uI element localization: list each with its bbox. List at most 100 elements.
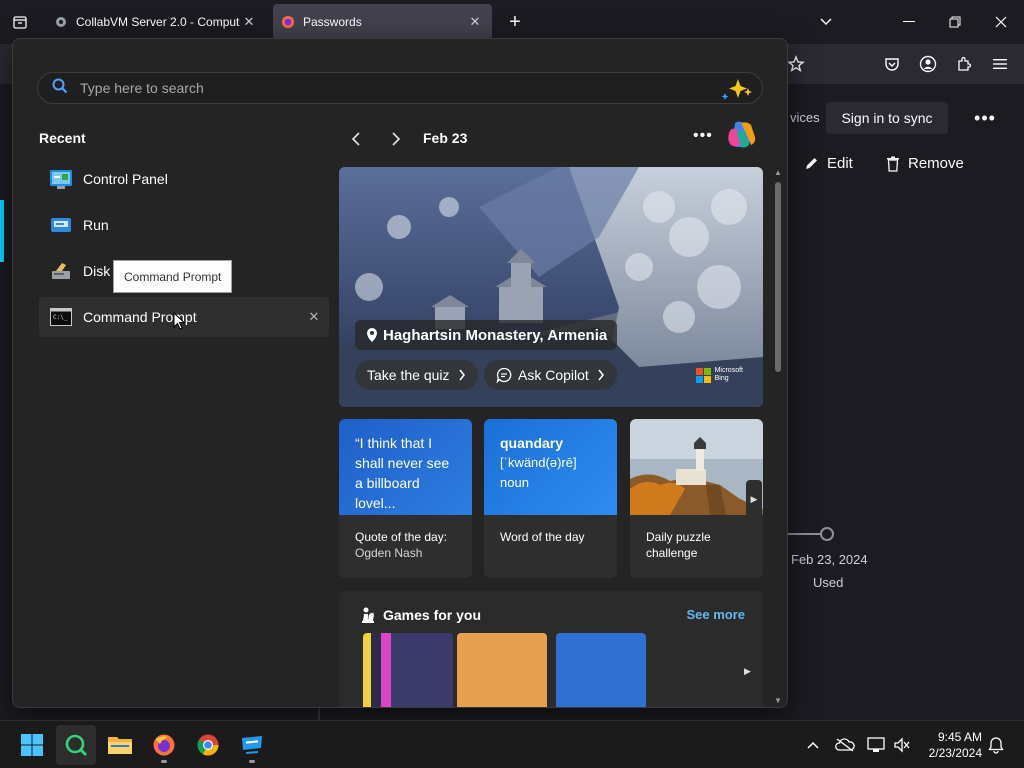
- command-prompt-icon: C:\_: [49, 305, 73, 329]
- start-menu: Recent Control Panel Run Disk C:\_ Comma…: [12, 38, 788, 708]
- firefox-taskbar-icon[interactable]: [144, 725, 184, 765]
- word-part-of-speech: noun: [500, 475, 529, 490]
- pocket-icon[interactable]: [880, 52, 904, 76]
- disk-cleanup-icon: [49, 259, 73, 283]
- hamburger-menu-icon[interactable]: [988, 52, 1012, 76]
- extensions-icon[interactable]: [952, 52, 976, 76]
- quiz-button-label: Take the quiz: [367, 367, 450, 383]
- chevron-right-icon: [458, 369, 465, 381]
- recent-item-label: Run: [83, 217, 109, 233]
- remove-label: Remove: [908, 155, 964, 172]
- tab-collabvm[interactable]: CollabVM Server 2.0 - Compute ✕: [46, 4, 266, 40]
- remove-from-list-icon[interactable]: ✕: [305, 308, 323, 326]
- list-all-tabs-icon[interactable]: [811, 8, 841, 36]
- take-the-quiz-button[interactable]: Take the quiz: [355, 360, 478, 390]
- account-icon[interactable]: [916, 52, 940, 76]
- timeline-dot: [820, 527, 834, 541]
- chevron-right-icon: [598, 369, 604, 381]
- show-hidden-icons-chevron-icon[interactable]: [803, 735, 823, 755]
- minimize-icon[interactable]: [894, 8, 924, 36]
- taskbar: 9:45 AM 2/23/2024: [0, 720, 1024, 768]
- recent-item-control-panel[interactable]: Control Panel: [39, 159, 329, 199]
- tooltip: Command Prompt: [113, 260, 233, 293]
- daily-puzzle-card[interactable]: Daily puzzle challenge: [630, 419, 763, 578]
- feed-previous-icon[interactable]: [343, 127, 369, 151]
- ask-copilot-button[interactable]: Ask Copilot: [484, 360, 617, 390]
- copilot-button-label: Ask Copilot: [518, 367, 589, 383]
- scroll-down-icon[interactable]: ▼: [773, 695, 783, 705]
- mouse-cursor-icon: [173, 312, 185, 330]
- file-explorer-icon[interactable]: [100, 725, 140, 765]
- card-caption: Quote of the day:: [355, 530, 448, 544]
- tab-title: Passwords: [303, 15, 362, 29]
- onedrive-offline-icon[interactable]: [835, 735, 855, 755]
- quote-of-day-card[interactable]: “I think that I shall never see a billbo…: [339, 419, 472, 578]
- edit-button[interactable]: Edit: [804, 155, 853, 172]
- page-accent-bar: [0, 200, 4, 262]
- remove-button[interactable]: Remove: [886, 155, 964, 172]
- card-caption: Word of the day: [500, 530, 585, 544]
- close-tab-icon[interactable]: ✕: [466, 13, 484, 31]
- pencil-icon: [806, 158, 817, 169]
- games-scroll-right-icon[interactable]: ▶: [744, 666, 751, 677]
- copilot-sparkle-icon[interactable]: [716, 77, 754, 106]
- running-indicator: [161, 760, 167, 763]
- close-window-icon[interactable]: [986, 8, 1016, 36]
- word-pronunciation: [ˈkwänd(ə)rē]: [500, 455, 577, 470]
- chat-bubble-icon: [496, 367, 512, 383]
- network-icon[interactable]: [866, 735, 886, 755]
- close-tab-icon[interactable]: ✕: [240, 13, 258, 31]
- restore-icon[interactable]: [940, 8, 970, 36]
- copilot-logo-icon[interactable]: [725, 119, 759, 156]
- used-label: Used: [813, 575, 844, 590]
- page-more-options-icon[interactable]: •••: [972, 105, 998, 131]
- word-of-day-card[interactable]: quandary [ˈkwänd(ə)rē] noun Word of the …: [484, 419, 617, 578]
- feed-date: Feb 23: [423, 130, 468, 146]
- feed-more-options-icon[interactable]: •••: [693, 127, 713, 145]
- system-clock[interactable]: 9:45 AM 2/23/2024: [918, 729, 982, 761]
- search-taskbar-icon[interactable]: [56, 725, 96, 765]
- svg-text:C:\_: C:\_: [53, 314, 68, 321]
- chrome-icon[interactable]: [188, 725, 228, 765]
- bing-brand-line2: Bing: [714, 375, 729, 382]
- bing-brand-line1: Microsoft: [714, 367, 743, 374]
- quote-text: “I think that I shall never see a billbo…: [339, 419, 472, 515]
- see-more-link[interactable]: See more: [686, 607, 745, 622]
- lighthouse-photo: [630, 419, 763, 515]
- microsoft-bing-logo: Microsoft Bing: [695, 367, 743, 383]
- scroll-up-icon[interactable]: ▲: [773, 167, 783, 177]
- game-tile[interactable]: [556, 633, 646, 707]
- games-section: Games for you See more ▶: [339, 591, 763, 707]
- tab-list-icon[interactable]: [8, 10, 32, 34]
- windows-start-icon[interactable]: [12, 725, 52, 765]
- cards-scroll-right-icon[interactable]: ▶: [746, 480, 762, 518]
- edit-label: Edit: [827, 155, 853, 172]
- hero-image-card[interactable]: Haghartsin Monastery, Armenia Take the q…: [339, 167, 763, 407]
- running-indicator: [249, 760, 255, 763]
- new-tab-icon[interactable]: +: [504, 11, 526, 33]
- sign-in-sync-button[interactable]: Sign in to sync: [826, 102, 948, 134]
- game-tile[interactable]: [363, 633, 453, 707]
- games-title: Games for you: [383, 607, 482, 623]
- settings-favicon-icon: [54, 15, 68, 29]
- volume-muted-icon[interactable]: [892, 735, 912, 755]
- card-subcaption: Ogden Nash: [355, 546, 423, 560]
- feed-scrollbar-thumb[interactable]: [775, 182, 781, 372]
- hero-location-label[interactable]: Haghartsin Monastery, Armenia: [355, 320, 618, 350]
- recent-item-run[interactable]: Run: [39, 205, 329, 245]
- feed-next-icon[interactable]: [383, 127, 409, 151]
- location-pin-icon: [367, 328, 377, 342]
- game-tile[interactable]: [457, 633, 547, 707]
- firefox-favicon-icon: [281, 15, 295, 29]
- devices-link[interactable]: vices: [790, 110, 820, 125]
- search-input[interactable]: [80, 80, 700, 96]
- remote-app-icon[interactable]: [232, 725, 272, 765]
- recent-title: Recent: [39, 130, 86, 146]
- chess-piece-icon: [361, 607, 375, 628]
- tab-passwords[interactable]: Passwords ✕: [273, 4, 492, 40]
- hero-location-text: Haghartsin Monastery, Armenia: [383, 326, 608, 344]
- notification-bell-icon[interactable]: [986, 735, 1006, 755]
- timeline-line: [786, 533, 822, 535]
- trash-icon: [887, 156, 899, 172]
- start-search-box[interactable]: [37, 72, 763, 104]
